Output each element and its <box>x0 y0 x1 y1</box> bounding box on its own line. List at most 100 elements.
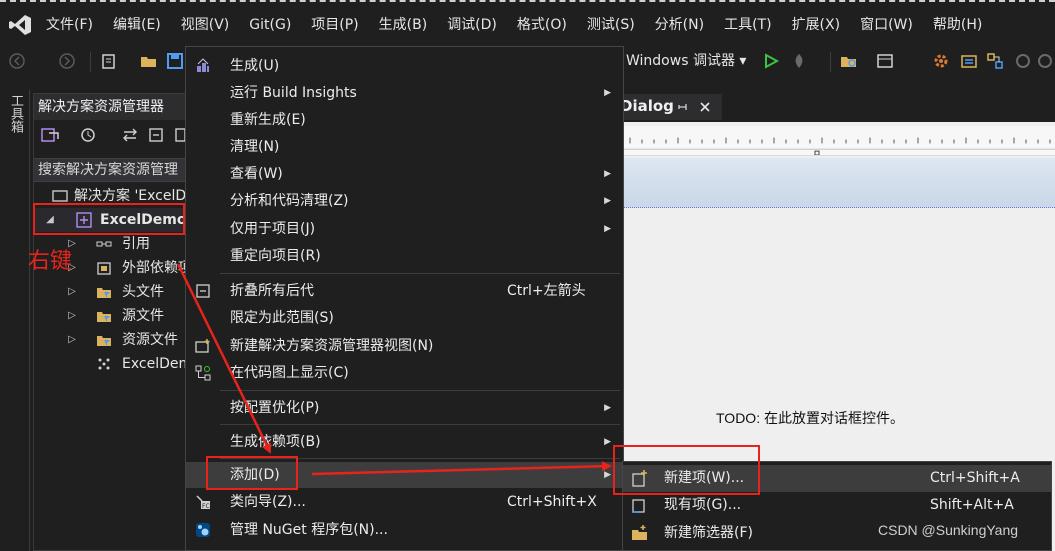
submenu-arrow-icon: ▶ <box>604 196 611 206</box>
menu-help[interactable]: 帮助(H) <box>923 14 992 36</box>
annotation-right-click-label: 右键 <box>28 249 73 274</box>
menu-item-clean[interactable]: 清理(N) <box>186 134 623 160</box>
layout-icon[interactable] <box>876 52 894 70</box>
menu-item-show-on-code-map[interactable]: 在代码图上显示(C) <box>186 360 623 386</box>
menu-item-label: 运行 Build Insights <box>230 85 357 101</box>
expand-arrow-icon[interactable]: ▷ <box>66 304 78 328</box>
vs-solution-switch-icon[interactable] <box>40 126 60 144</box>
designer-ruler <box>620 126 1055 156</box>
menu-item-retarget[interactable]: 重定向项目(R) <box>186 243 623 269</box>
annotation-box-project <box>33 203 185 235</box>
menu-item-label: 生成(U) <box>230 58 280 74</box>
submenu-item-existing-item[interactable]: 现有项(G)... Shift+Alt+A <box>623 492 1051 519</box>
menu-item-class-wizard[interactable]: FC 类向导(Z)... Ctrl+Shift+X <box>186 489 623 515</box>
submenu-item-label: 新建筛选器(F) <box>664 525 753 541</box>
solution-icon <box>52 190 68 202</box>
folder-filter-icon <box>97 336 111 346</box>
solution-explorer-title: 解决方案资源管理器 <box>34 94 192 120</box>
menu-item-label: 分析和代码清理(Z) <box>230 193 349 209</box>
menu-item-build-dependencies[interactable]: 生成依赖项(B) ▶ <box>186 429 623 455</box>
menu-item-shortcut: Ctrl+左箭头 <box>507 283 586 299</box>
menu-item-scope-to-this[interactable]: 限定为此范围(S) <box>186 305 623 331</box>
folder-filter-icon <box>97 288 111 298</box>
menu-view[interactable]: 视图(V) <box>171 14 240 36</box>
menu-file[interactable]: 文件(F) <box>36 14 103 36</box>
menu-tools[interactable]: 工具(T) <box>714 14 781 36</box>
save-icon[interactable] <box>166 52 184 70</box>
debug-target-dropdown[interactable]: Windows 调试器 ▾ <box>626 50 746 70</box>
existing-item-icon <box>632 499 645 513</box>
visual-studio-logo-icon[interactable] <box>8 14 32 36</box>
pin-icon[interactable] <box>677 101 689 113</box>
toolbar-separator <box>830 52 831 72</box>
menu-edit[interactable]: 编辑(E) <box>103 14 171 36</box>
forward-icon[interactable] <box>58 52 76 70</box>
swap-icon[interactable] <box>960 52 978 70</box>
tree-item-resource-script[interactable]: ExcelDemo <box>34 352 192 376</box>
menu-item-analyze-cleanup[interactable]: 分析和代码清理(Z) ▶ <box>186 188 623 214</box>
menu-build[interactable]: 生成(B) <box>369 14 438 36</box>
menu-item-label: 折叠所有后代 <box>230 283 314 299</box>
menu-test[interactable]: 测试(S) <box>577 14 645 36</box>
menu-item-manage-nuget[interactable]: 管理 NuGet 程序包(N)... <box>186 517 623 543</box>
sync-icon[interactable] <box>122 127 138 143</box>
menu-debug[interactable]: 调试(D) <box>437 14 507 36</box>
menu-item-collapse-all[interactable]: 折叠所有后代 Ctrl+左箭头 <box>186 278 623 304</box>
start-debug-icon[interactable] <box>762 52 780 70</box>
diagram-icon[interactable] <box>986 52 1004 70</box>
submenu-arrow-icon: ▶ <box>604 88 611 98</box>
nuget-icon <box>196 523 210 537</box>
history-icon[interactable] <box>80 127 96 143</box>
browse-folder-icon[interactable] <box>840 52 858 70</box>
menu-item-build-insights[interactable]: 运行 Build Insights ▶ <box>186 80 623 106</box>
menu-item-project-only[interactable]: 仅用于项目(J) ▶ <box>186 216 623 242</box>
menu-git[interactable]: Git(G) <box>239 14 301 36</box>
menu-item-label: 查看(W) <box>230 166 283 182</box>
open-folder-icon[interactable] <box>140 52 158 70</box>
watermark-text: CSDN @SunkingYang <box>878 522 1019 538</box>
menu-window[interactable]: 窗口(W) <box>850 14 923 36</box>
menu-item-label: 仅用于项目(J) <box>230 221 316 237</box>
menu-analyze[interactable]: 分析(N) <box>645 14 714 36</box>
menu-project[interactable]: 项目(P) <box>301 14 368 36</box>
menu-item-rebuild[interactable]: 重新生成(E) <box>186 107 623 133</box>
solution-explorer-toolbar <box>34 120 192 150</box>
menu-item-view[interactable]: 查看(W) ▶ <box>186 161 623 187</box>
tree-item-source-files[interactable]: ▷ 源文件 <box>34 304 192 328</box>
back-icon[interactable] <box>8 52 26 70</box>
record-icon-2[interactable] <box>1036 52 1054 70</box>
toolbar-separator <box>90 52 91 72</box>
tree-item-label: 资源文件 <box>122 332 178 348</box>
toolbox-strip: 工具箱 <box>0 90 30 551</box>
hot-reload-icon[interactable] <box>790 52 808 70</box>
menu-item-new-explorer-view[interactable]: 新建解决方案资源管理器视图(N) <box>186 333 623 359</box>
tree-item-resource-files[interactable]: ▷ 资源文件 <box>34 328 192 352</box>
menu-extensions[interactable]: 扩展(X) <box>782 14 851 36</box>
menu-item-profile-optimize[interactable]: 按配置优化(P) ▶ <box>186 395 623 421</box>
new-view-icon <box>195 339 210 353</box>
new-project-icon[interactable] <box>100 52 118 70</box>
tab-dialog-designer[interactable]: Dialog <box>617 94 722 120</box>
menu-format[interactable]: 格式(O) <box>507 14 577 36</box>
menu-item-label: 管理 NuGet 程序包(N)... <box>230 522 388 538</box>
class-wizard-icon: FC <box>196 495 210 510</box>
expand-arrow-icon[interactable]: ▷ <box>66 328 78 352</box>
dialog-title-bar <box>620 158 1055 208</box>
solution-explorer-search-input[interactable]: 搜索解决方案资源管理 <box>34 158 192 182</box>
menu-separator <box>220 424 620 425</box>
tree-item-header-files[interactable]: ▷ 头文件 <box>34 280 192 304</box>
new-filter-icon <box>632 525 647 540</box>
expand-arrow-icon[interactable]: ▷ <box>66 280 78 304</box>
submenu-item-label: 现有项(G)... <box>664 497 742 513</box>
folder-filter-icon <box>97 312 111 322</box>
settings-gear-icon[interactable] <box>932 52 950 70</box>
record-icon[interactable] <box>1014 52 1032 70</box>
menu-item-build[interactable]: 生成(U) <box>186 53 623 79</box>
toolbox-tab[interactable]: 工具箱 <box>6 94 25 133</box>
menu-separator <box>220 273 620 274</box>
menu-item-label: 重新生成(E) <box>230 112 306 128</box>
close-icon[interactable] <box>699 101 711 113</box>
collapse-all-icon[interactable] <box>148 127 164 143</box>
menu-item-label: 重定向项目(R) <box>230 248 321 264</box>
annotation-box-new-item <box>613 445 760 495</box>
